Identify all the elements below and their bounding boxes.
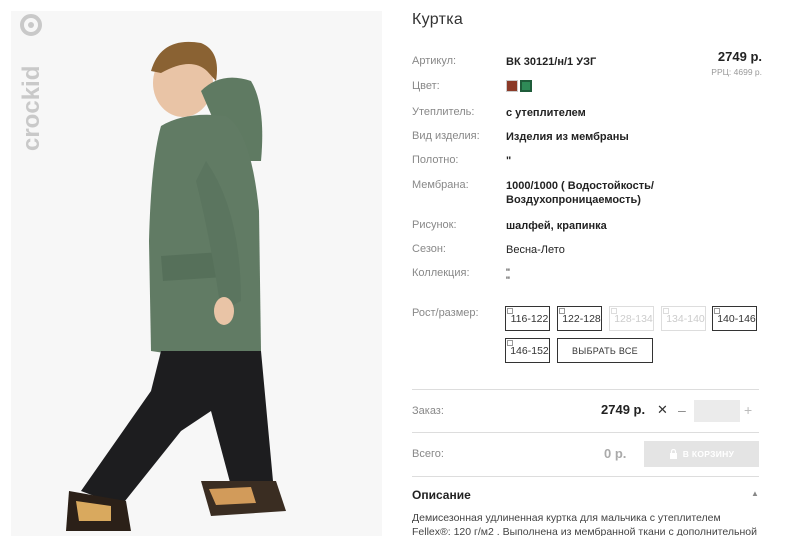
attr-value-line2: " [506, 275, 510, 287]
color-swatch-green[interactable] [520, 80, 532, 92]
attr-label: Утеплитель: [412, 106, 475, 118]
attr-label: Мембрана: [412, 179, 469, 191]
attr-value: ВК 30121/н/1 УЗГ [506, 56, 597, 68]
size-option-146-152[interactable]: 146-152 [505, 338, 550, 363]
product-price: 2749 р. [717, 49, 762, 64]
attr-value-line1: 1000/1000 ( Водостойкость/ [506, 180, 654, 192]
crockid-logo: crockid [18, 14, 45, 151]
quantity-input[interactable] [694, 400, 740, 422]
add-to-cart-button[interactable]: В КОРЗИНУ [644, 441, 759, 467]
attr-value-line2: Воздухопроницаемость) [506, 194, 641, 206]
divider [412, 432, 759, 433]
order-label: Заказ: [412, 405, 444, 417]
attr-value: Изделия из мембраны [506, 131, 629, 143]
price-block: 2749 р. РРЦ: 4699 р. [711, 49, 762, 77]
attr-label: Рисунок: [412, 219, 457, 231]
attr-label: Сезон: [412, 243, 446, 255]
divider [412, 476, 759, 477]
checkbox-icon [714, 308, 720, 314]
attr-value: " [506, 155, 512, 167]
recommended-retail-price: РРЦ: 4699 р. [711, 67, 762, 77]
lock-icon [669, 449, 677, 459]
checkbox-icon [507, 340, 513, 346]
size-option-128-134: 128-134 [609, 306, 654, 331]
attr-value: Весна-Лето [506, 244, 565, 256]
attr-label: Цвет: [412, 80, 440, 92]
chevron-up-icon[interactable]: ▲ [751, 489, 759, 498]
description-text: Демисезонная удлиненная куртка для мальч… [412, 512, 757, 536]
total-value: 0 р. [604, 446, 627, 461]
size-option-140-146[interactable]: 140-146 [712, 306, 757, 331]
attr-value: шалфей, крапинка [506, 220, 607, 232]
attr-label: Коллекция: [412, 267, 470, 279]
remove-icon[interactable]: ✕ [657, 402, 668, 418]
total-label: Всего: [412, 448, 444, 460]
size-option-116-122[interactable]: 116-122 [505, 306, 550, 331]
checkbox-icon [559, 308, 565, 314]
attr-value: с утеплителем [506, 107, 586, 119]
size-option-122-128[interactable]: 122-128 [557, 306, 602, 331]
product-photo[interactable]: crockid [11, 11, 382, 536]
boy-in-jacket-illustration [66, 41, 286, 531]
attr-label: Полотно: [412, 154, 459, 166]
select-all-sizes-button[interactable]: ВЫБРАТЬ ВСЕ [557, 338, 653, 363]
order-price: 2749 р. [601, 402, 646, 417]
divider [412, 389, 759, 390]
checkbox-icon [507, 308, 513, 314]
add-to-cart-label: В КОРЗИНУ [682, 449, 735, 459]
quantity-decrease-button[interactable]: – [678, 402, 686, 418]
product-title: Куртка [412, 11, 464, 28]
checkbox-icon [611, 308, 617, 314]
description-title[interactable]: Описание [412, 488, 471, 502]
sizes-label: Рост/размер: [412, 307, 479, 319]
size-option-134-140: 134-140 [661, 306, 706, 331]
color-swatch-brown[interactable] [506, 80, 518, 92]
quantity-increase-button[interactable]: + [744, 402, 752, 418]
attr-label: Вид изделия: [412, 130, 480, 142]
attr-label: Артикул: [412, 55, 457, 67]
checkbox-icon [663, 308, 669, 314]
svg-text:crockid: crockid [18, 66, 45, 151]
